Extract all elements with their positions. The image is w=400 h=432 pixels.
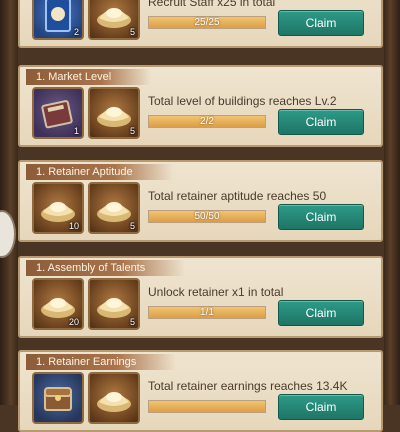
reward-qty: 20 (68, 317, 79, 327)
reward-staff-card-icon[interactable]: 2 (32, 0, 84, 40)
progress-bar: 25/25 (148, 16, 266, 29)
progress-text: 25/25 (194, 17, 220, 28)
frame-right-border (384, 0, 400, 405)
progress-bar: 1/1 (148, 306, 266, 319)
quest-title: 1. Retainer Earnings (26, 354, 177, 370)
quest-card-retainer-aptitude: 1. Retainer Aptitude 10 5 Total retainer… (18, 160, 383, 242)
reward-qty: 10 (68, 221, 79, 231)
reward-gold-ingot-icon[interactable]: 5 (88, 0, 140, 40)
progress-bar: 50/50 (148, 210, 266, 223)
quest-description: Recruit Staff x25 in total (148, 0, 276, 9)
claim-button[interactable]: Claim (278, 109, 364, 135)
reward-gold-ingot-icon[interactable] (88, 372, 140, 424)
progress-bar: 2/2 (148, 115, 266, 128)
reward-gold-ingot-icon[interactable]: 10 (32, 182, 84, 234)
claim-button[interactable]: Claim (278, 10, 364, 36)
reward-qty: 5 (129, 27, 135, 37)
quest-description: Unlock retainer x1 in total (148, 285, 284, 299)
claim-button[interactable]: Claim (278, 394, 364, 420)
quest-description: Total level of buildings reaches Lv.2 (148, 94, 337, 108)
quest-description: Total retainer aptitude reaches 50 (148, 189, 327, 203)
frame-left-border (0, 0, 18, 405)
quest-card-recruit-staff: 2 5 Recruit Staff x25 in total 25/25 Cla… (18, 0, 383, 48)
progress-bar (148, 400, 266, 413)
progress-text: 1/1 (200, 307, 214, 318)
reward-gold-ingot-icon[interactable]: 5 (88, 87, 140, 139)
reward-qty: 1 (73, 126, 79, 136)
claim-button[interactable]: Claim (278, 204, 364, 230)
reward-chest-icon[interactable] (32, 372, 84, 424)
reward-book-icon[interactable]: 1 (32, 87, 84, 139)
progress-text: 50/50 (194, 211, 220, 222)
quest-card-market-level: 1. Market Level 1 5 Total level of build… (18, 65, 383, 147)
reward-gold-ingot-icon[interactable]: 5 (88, 278, 140, 330)
quest-title: 1. Retainer Aptitude (26, 164, 173, 180)
progress-fill (149, 401, 265, 412)
reward-gold-ingot-icon[interactable]: 5 (88, 182, 140, 234)
reward-qty: 5 (129, 221, 135, 231)
reward-gold-ingot-icon[interactable]: 20 (32, 278, 84, 330)
reward-qty: 5 (129, 317, 135, 327)
progress-text: 2/2 (200, 116, 214, 127)
quest-card-retainer-earnings: 1. Retainer Earnings Total retainer earn… (18, 350, 383, 432)
quest-title: 1. Assembly of Talents (26, 260, 186, 276)
reward-qty: 2 (73, 27, 79, 37)
quest-card-assembly-of-talents: 1. Assembly of Talents 20 5 Unlock retai… (18, 256, 383, 338)
claim-button[interactable]: Claim (278, 300, 364, 326)
quest-description: Total retainer earnings reaches 13.4K (148, 379, 348, 393)
reward-qty: 5 (129, 126, 135, 136)
quest-title: 1. Market Level (26, 69, 152, 85)
